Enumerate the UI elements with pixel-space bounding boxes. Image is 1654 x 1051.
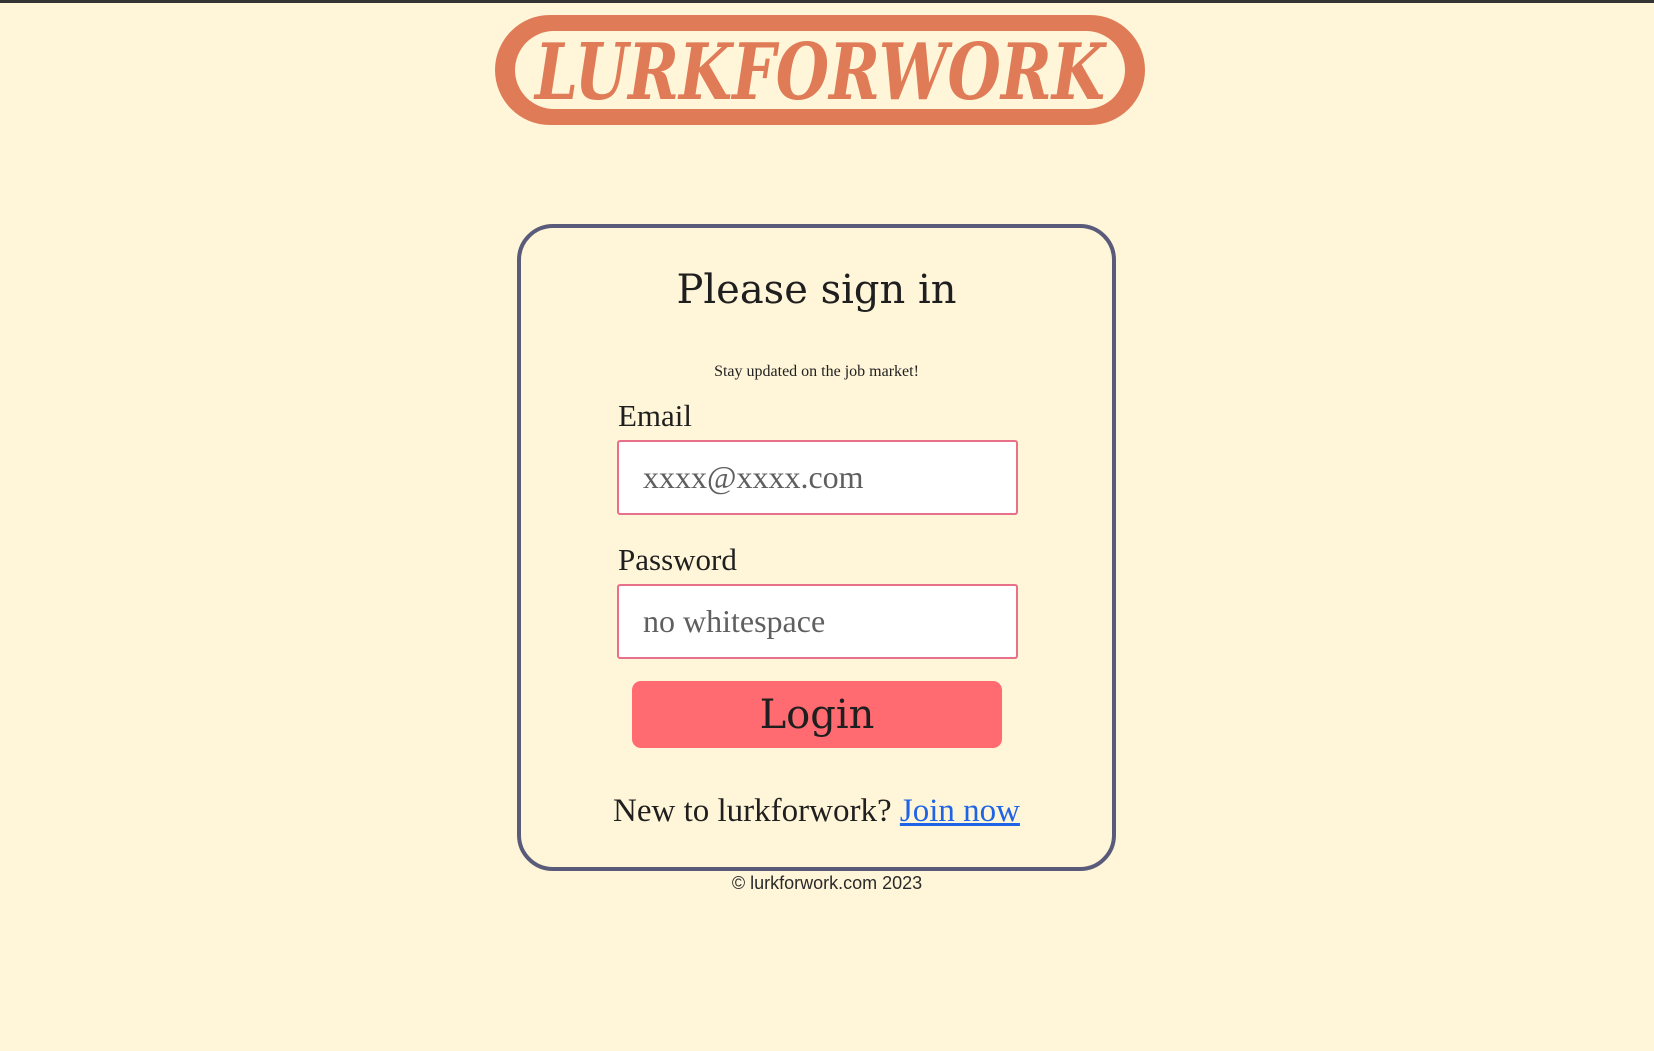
- password-label: Password: [618, 542, 737, 577]
- email-label: Email: [618, 398, 693, 433]
- new-user-text: New to lurkforwork?: [613, 793, 892, 829]
- email-input[interactable]: [617, 440, 1018, 515]
- brand-logo: LURKFORWORK: [493, 11, 1147, 129]
- signin-card: Please sign in Stay updated on the job m…: [517, 224, 1116, 871]
- signin-title: Please sign in: [676, 267, 957, 313]
- join-now-link[interactable]: Join now: [900, 793, 1020, 829]
- join-prompt: New to lurkforwork? Join now: [521, 793, 1112, 830]
- signin-subtitle: Stay updated on the job market!: [714, 363, 919, 380]
- password-input[interactable]: [617, 584, 1018, 659]
- brand-logo-graphic: LURKFORWORK: [495, 15, 1145, 125]
- login-button[interactable]: Login: [632, 681, 1002, 748]
- brand-logo-text: LURKFORWORK: [533, 27, 1107, 118]
- footer-copyright: © lurkforwork.com 2023: [731, 873, 923, 893]
